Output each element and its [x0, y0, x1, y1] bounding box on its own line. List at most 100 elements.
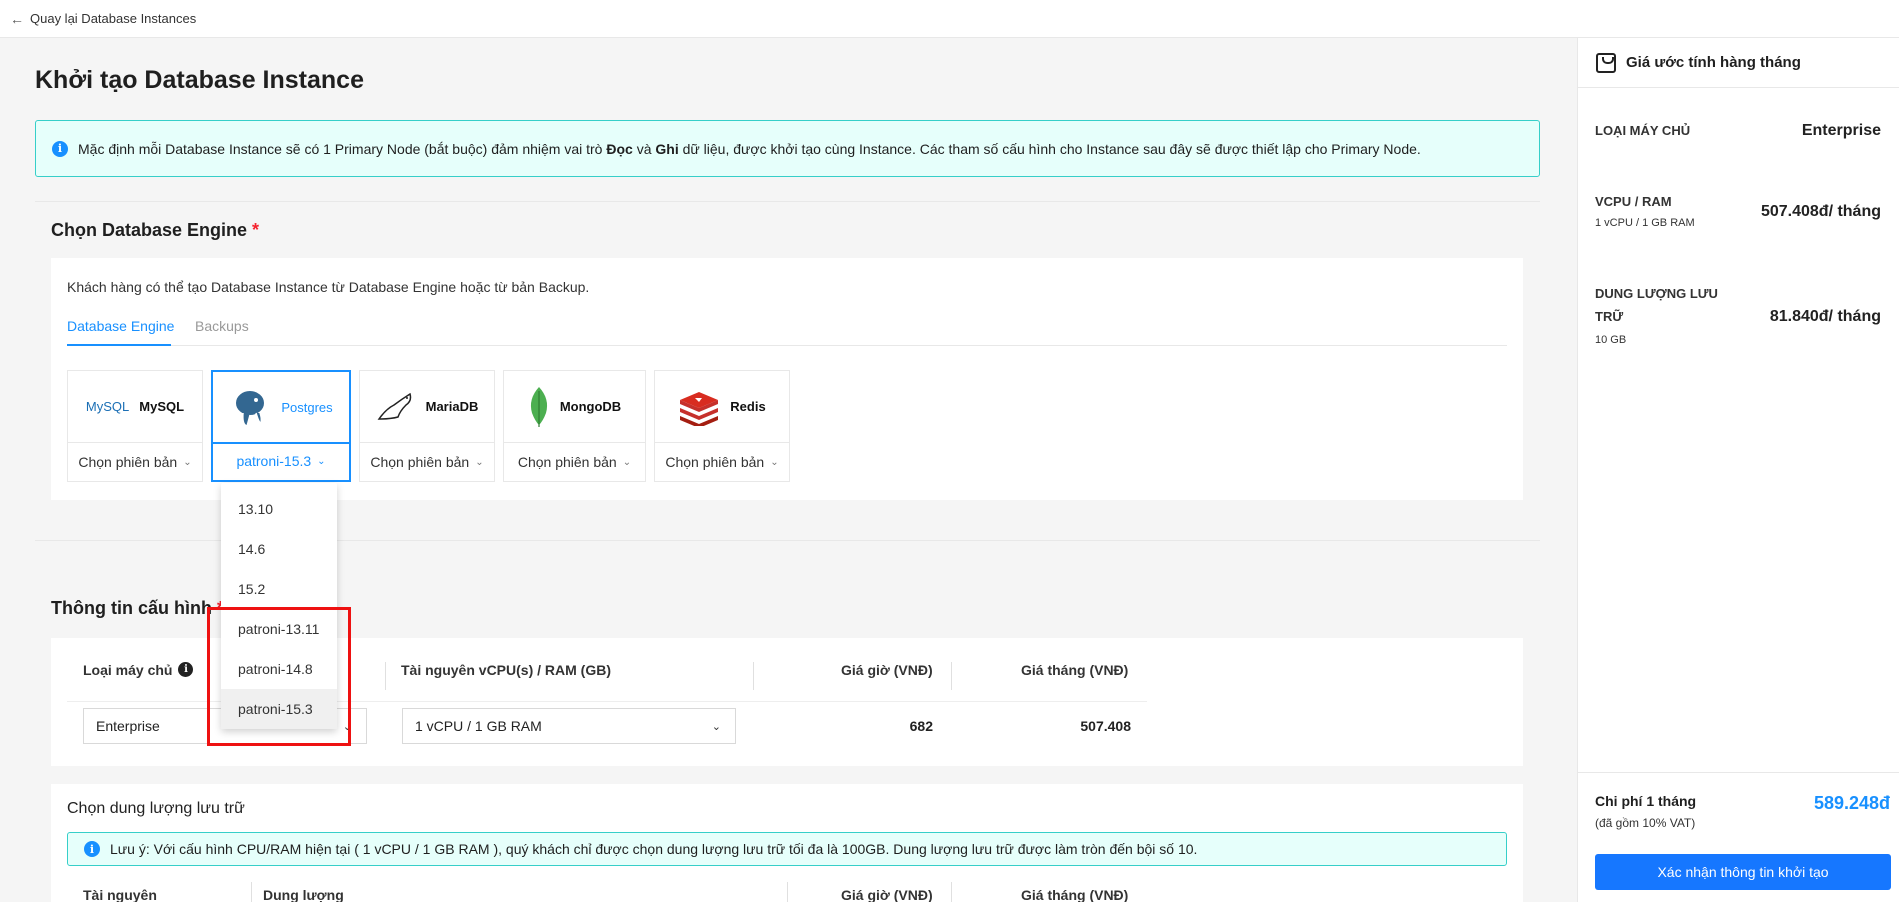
header-server-type: Loại máy chủ i — [83, 638, 194, 701]
engine-name: MySQL — [139, 399, 185, 414]
sidebar-title: Giá ước tính hàng tháng — [1626, 54, 1801, 71]
engine-version-label: Chọn phiên bản — [665, 454, 765, 470]
storage-label-line1: DUNG LƯỢNG LƯU — [1595, 286, 1718, 301]
engine-redis-header[interactable]: Redis — [655, 371, 789, 443]
chevron-down-icon: ⌄ — [622, 456, 632, 468]
vcpu-ram-label: VCPU / RAM — [1595, 194, 1672, 209]
info-banner-text: Mặc định mỗi Database Instance sẽ có 1 P… — [78, 140, 1421, 157]
info-icon: i — [84, 841, 100, 857]
back-link[interactable]: Quay lại Database Instances — [30, 11, 196, 26]
column-separator — [787, 882, 788, 902]
version-dropdown: 13.10 14.6 15.2 patroni-13.11 patroni-14… — [221, 483, 337, 729]
chevron-down-icon: ⌄ — [342, 720, 352, 733]
chevron-down-icon: ⌄ — [475, 456, 484, 468]
mongodb-leaf-icon — [530, 386, 547, 427]
version-option[interactable]: patroni-13.11 — [221, 609, 337, 649]
version-option-selected[interactable]: patroni-15.3 — [221, 689, 337, 729]
tab-backups[interactable]: Backups — [195, 318, 249, 334]
column-separator — [385, 662, 386, 690]
server-type-value: Enterprise — [96, 718, 160, 734]
total-label: Chi phí 1 tháng — [1595, 793, 1697, 809]
engine-card-mariadb[interactable]: MariaDB Chọn phiên bản ⌄ — [359, 370, 495, 482]
header-resource: Tài nguyên — [83, 887, 157, 902]
mariadb-seal-icon — [377, 392, 411, 420]
engine-mariadb-header[interactable]: MariaDB — [360, 371, 494, 443]
engine-mysql-header[interactable]: MySQL MySQL — [68, 371, 202, 443]
vcpu-ram-price: 507.408đ/ tháng — [1760, 203, 1881, 220]
header-monthly: Giá tháng (VNĐ) — [1021, 661, 1129, 678]
storage-note-text: Lưu ý: Với cấu hình CPU/RAM hiện tại ( 1… — [110, 841, 1198, 857]
chevron-down-icon: ⌄ — [317, 455, 326, 467]
storage-note-banner: i Lưu ý: Với cấu hình CPU/RAM hiện tại (… — [67, 832, 1507, 866]
engine-card-postgres[interactable]: Postgres patroni-15.3 ⌄ — [211, 370, 351, 482]
postgres-elephant-icon — [234, 389, 267, 427]
storage-section-title: Chọn dung lượng lưu trữ — [67, 800, 245, 817]
engine-version-label: Chọn phiên bản — [517, 454, 617, 470]
engine-version-select[interactable]: Chọn phiên bản ⌄ — [68, 443, 202, 481]
engine-card: Khách hàng có thể tạo Database Instance … — [51, 258, 1523, 500]
info-icon: i — [52, 140, 68, 157]
engine-name: MariaDB — [425, 399, 479, 414]
hourly-price: 682 — [909, 718, 933, 734]
divider — [35, 201, 1540, 202]
engine-name: Redis — [730, 399, 766, 414]
info-banner: i Mặc định mỗi Database Instance sẽ có 1… — [35, 120, 1540, 177]
engine-postgres-header[interactable]: Postgres — [213, 372, 349, 444]
storage-price: 81.840đ/ tháng — [1769, 308, 1881, 325]
tab-active-indicator — [67, 344, 171, 346]
total-sub: (đã gồm 10% VAT) — [1595, 816, 1696, 830]
engine-version-select[interactable]: Chọn phiên bản ⌄ — [360, 443, 494, 481]
price-sidebar: Giá ước tính hàng tháng LOẠI MÁY CHỦ Ent… — [1577, 38, 1899, 902]
confirm-button[interactable]: Xác nhận thông tin khởi tạo — [1595, 854, 1891, 890]
tab-database-engine[interactable]: Database Engine — [67, 318, 174, 334]
chevron-down-icon: ⌄ — [183, 456, 192, 468]
storage-sub: 10 GB — [1595, 334, 1627, 346]
engine-version-select[interactable]: Chọn phiên bản ⌄ — [655, 443, 789, 481]
page-title: Khởi tạo Database Instance — [35, 66, 364, 94]
header-hourly: Giá giờ (VNĐ) — [841, 661, 933, 678]
engine-card-mongodb[interactable]: MongoDB Chọn phiên bản ⌄ — [503, 370, 646, 482]
version-option[interactable]: 15.2 — [221, 569, 337, 609]
engine-tabs: Database Engine Backups — [67, 310, 1507, 346]
column-separator — [951, 662, 952, 690]
header-monthly: Giá tháng (VNĐ) — [1021, 887, 1129, 902]
resources-value: 1 vCPU / 1 GB RAM — [415, 718, 542, 734]
version-option[interactable]: 14.6 — [221, 529, 337, 569]
engine-card-redis[interactable]: Redis Chọn phiên bản ⌄ — [654, 370, 790, 482]
chevron-down-icon: ⌄ — [770, 456, 779, 468]
shopping-bag-icon — [1596, 52, 1616, 73]
engine-section-title: Chọn Database Engine * — [51, 220, 260, 240]
version-option[interactable]: 13.10 — [221, 489, 337, 529]
header-capacity: Dung lượng — [263, 887, 344, 902]
chevron-down-icon: ⌄ — [711, 720, 721, 733]
storage-label-line2: TRỮ — [1595, 309, 1624, 324]
column-separator — [251, 882, 252, 902]
engine-card-mysql[interactable]: MySQL MySQL Chọn phiên bản ⌄ — [67, 370, 203, 482]
engine-version-label: Chọn phiên bản — [78, 454, 178, 470]
column-separator — [951, 882, 952, 902]
column-separator — [753, 662, 754, 690]
arrow-left-icon[interactable]: ← — [10, 11, 24, 27]
top-bar: ← Quay lại Database Instances — [0, 0, 1899, 38]
engine-version-select[interactable]: patroni-15.3 ⌄ — [213, 442, 349, 480]
engine-version-label: patroni-15.3 — [236, 453, 312, 469]
main-content: Khởi tạo Database Instance i Mặc định mỗ… — [0, 38, 1577, 902]
sidebar-header: Giá ước tính hàng tháng — [1578, 38, 1899, 88]
engine-mongodb-header[interactable]: MongoDB — [504, 371, 645, 443]
total-price: 589.248đ — [1813, 793, 1890, 813]
storage-card: Chọn dung lượng lưu trữ i Lưu ý: Với cấu… — [51, 784, 1523, 902]
vcpu-ram-sub: 1 vCPU / 1 GB RAM — [1595, 217, 1695, 229]
header-resources: Tài nguyên vCPU(s) / RAM (GB) — [401, 661, 612, 678]
engine-name: MongoDB — [559, 399, 622, 414]
engine-hint: Khách hàng có thể tạo Database Instance … — [67, 279, 590, 295]
info-icon[interactable]: i — [178, 662, 194, 677]
config-section-title: Thông tin cấu hình * — [51, 598, 224, 618]
monthly-price: 507.408 — [1080, 718, 1131, 734]
resources-select[interactable]: 1 vCPU / 1 GB RAM ⌄ — [402, 708, 736, 744]
engine-version-select[interactable]: Chọn phiên bản ⌄ — [504, 443, 645, 481]
server-type-label: LOẠI MÁY CHỦ — [1595, 123, 1691, 138]
server-type-value: Enterprise — [1801, 122, 1881, 139]
version-option[interactable]: patroni-14.8 — [221, 649, 337, 689]
header-hourly: Giá giờ (VNĐ) — [841, 887, 933, 902]
engine-version-label: Chọn phiên bản — [370, 454, 470, 470]
